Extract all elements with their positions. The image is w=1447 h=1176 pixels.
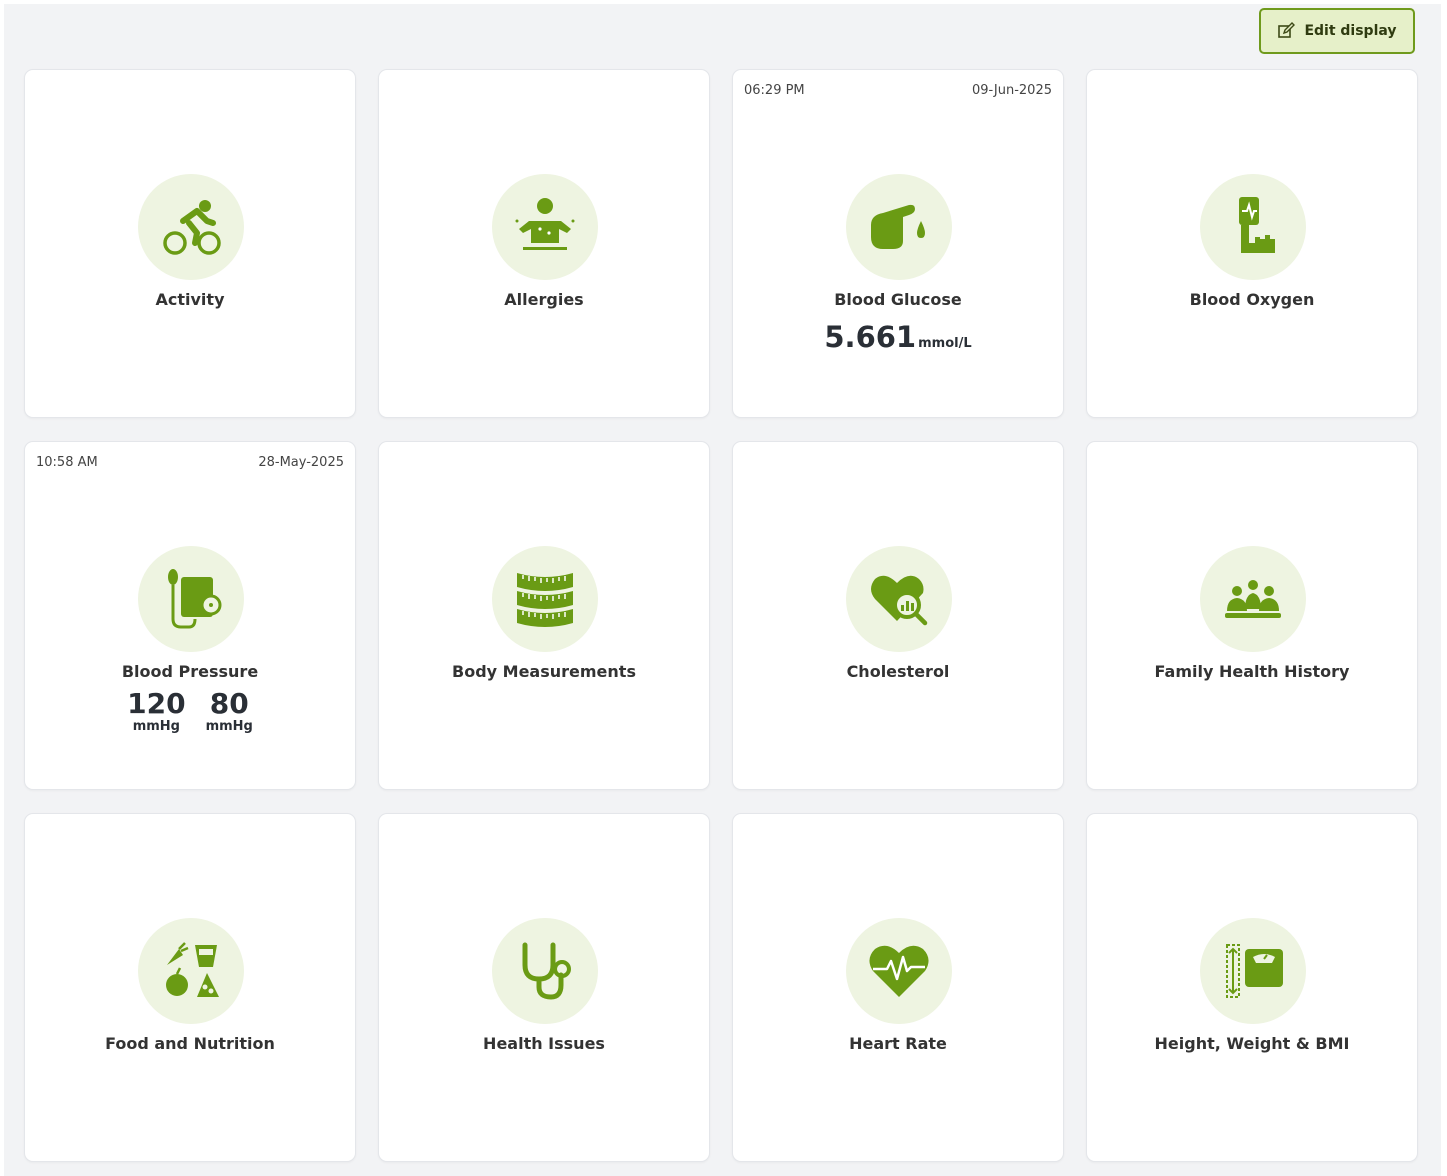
- card-label: Health Issues: [483, 1034, 605, 1053]
- card-label: Blood Pressure: [121, 662, 259, 681]
- reading-date: 09-Jun-2025: [971, 83, 1052, 98]
- edit-icon: [1278, 22, 1296, 38]
- card-health-issues[interactable]: Health Issues: [378, 813, 710, 1162]
- card-blood-oxygen[interactable]: Blood Oxygen: [1086, 69, 1418, 418]
- card-height-weight-bmi[interactable]: Height, Weight & BMI: [1086, 813, 1418, 1162]
- card-label: Activity: [155, 290, 225, 309]
- card-activity[interactable]: Activity: [24, 69, 356, 418]
- card-food-and-nutrition[interactable]: Food and Nutrition: [24, 813, 356, 1162]
- dashboard-page: Edit display Activity Allergies 06:29 PM…: [4, 4, 1441, 1176]
- card-label: Height, Weight & BMI: [1154, 1034, 1350, 1053]
- cycling-icon: [138, 174, 244, 280]
- measuring-tape-icon: [492, 546, 598, 652]
- card-body-measurements[interactable]: Body Measurements: [378, 441, 710, 790]
- heart-magnifier-icon: [846, 546, 952, 652]
- reading-time: 10:58 AM: [36, 455, 98, 470]
- card-label: Allergies: [504, 290, 584, 309]
- card-cholesterol[interactable]: Cholesterol: [732, 441, 1064, 790]
- allergy-person-icon: [492, 174, 598, 280]
- pulse-oximeter-icon: [1200, 174, 1306, 280]
- card-heart-rate[interactable]: Heart Rate: [732, 813, 1064, 1162]
- systolic-value: 120: [127, 687, 186, 720]
- card-label: Food and Nutrition: [105, 1034, 275, 1053]
- card-family-health-history[interactable]: Family Health History: [1086, 441, 1418, 790]
- card-blood-glucose[interactable]: 06:29 PM 09-Jun-2025 Blood Glucose 5.661…: [732, 69, 1064, 418]
- card-label: Blood Oxygen: [1189, 290, 1315, 309]
- card-label: Heart Rate: [849, 1034, 947, 1053]
- blood-pressure-cuff-icon: [138, 546, 244, 652]
- card-label: Body Measurements: [452, 662, 636, 681]
- card-blood-pressure[interactable]: 10:58 AM 28-May-2025 Blood Pressure 120 …: [24, 441, 356, 790]
- edit-display-button[interactable]: Edit display: [1259, 8, 1415, 54]
- glucose-reading: 5.661 mmol/L: [733, 320, 1063, 354]
- edit-display-label: Edit display: [1304, 23, 1397, 39]
- blood-pressure-reading: 120 mmHg 80 mmHg: [25, 688, 355, 734]
- diastolic-unit: mmHg: [205, 719, 253, 734]
- diastolic-value: 80: [209, 687, 249, 720]
- card-label: Blood Glucose: [834, 290, 962, 309]
- finger-drop-icon: [846, 174, 952, 280]
- height-scale-icon: [1200, 918, 1306, 1024]
- reading-date: 28-May-2025: [258, 455, 344, 470]
- glucose-value: 5.661: [824, 320, 917, 354]
- heart-pulse-icon: [846, 918, 952, 1024]
- food-icon: [138, 918, 244, 1024]
- stethoscope-icon: [492, 918, 598, 1024]
- glucose-unit: mmol/L: [918, 336, 972, 351]
- card-label: Family Health History: [1154, 662, 1350, 681]
- diastolic-reading: 80 mmHg: [206, 688, 253, 734]
- reading-time: 06:29 PM: [744, 83, 805, 98]
- systolic-reading: 120 mmHg: [127, 688, 185, 734]
- card-allergies[interactable]: Allergies: [378, 69, 710, 418]
- systolic-unit: mmHg: [132, 719, 180, 734]
- family-icon: [1200, 546, 1306, 652]
- card-label: Cholesterol: [846, 662, 950, 681]
